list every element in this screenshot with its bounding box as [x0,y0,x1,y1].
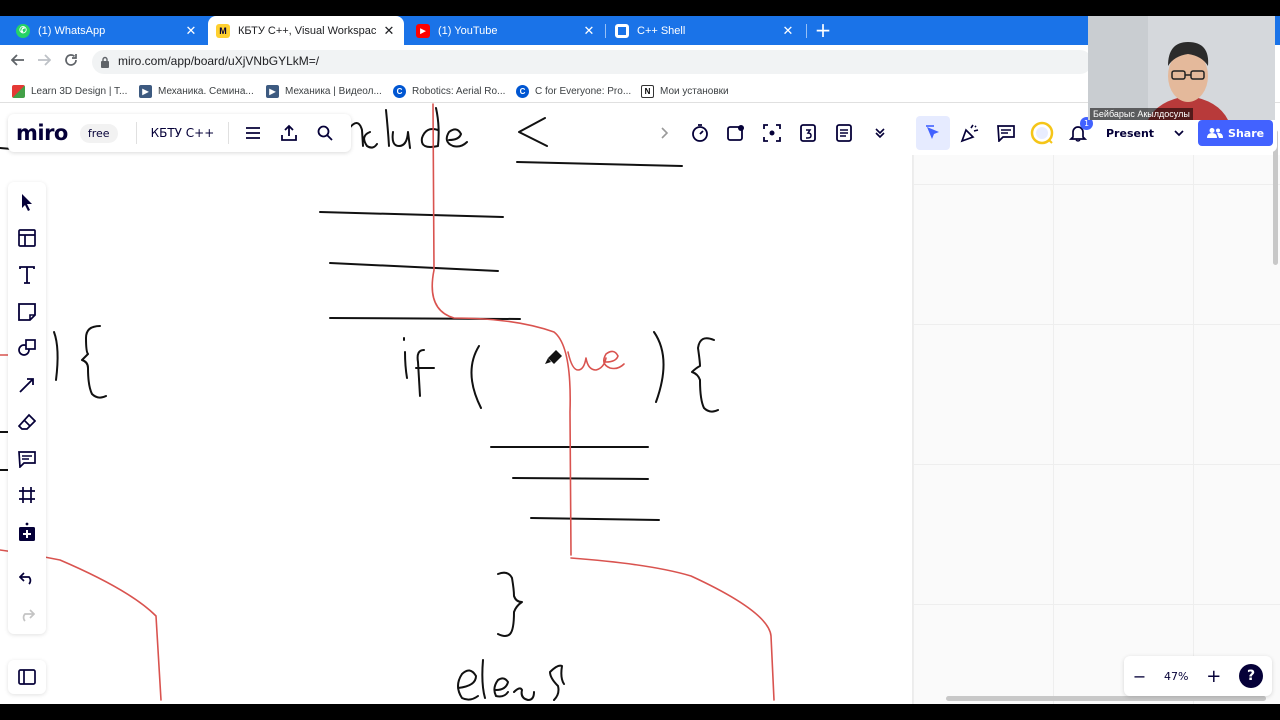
zoom-out-button[interactable]: − [1133,667,1146,686]
zoom-level[interactable]: 47% [1164,670,1188,683]
handwriting-true-red [567,350,625,371]
miro-board-header: miro free КБТУ C++ [8,114,352,152]
code-line [319,211,504,218]
board-tools-bar [642,116,902,150]
cards-count-icon[interactable] [795,120,821,146]
paren-close [653,331,665,403]
screen-bottom-border [0,704,1280,720]
plan-badge[interactable]: free [79,123,118,143]
add-apps-icon[interactable] [15,520,39,544]
handwriting-else [457,659,565,701]
notifications-bell-icon[interactable]: 1 [1065,117,1093,146]
share-label: Share [1228,126,1265,140]
sidebar-panel-icon [18,669,36,685]
undo-icon[interactable] [15,566,39,590]
eraser-icon[interactable] [15,410,39,434]
handwriting-less-than [518,117,548,147]
chevron-down-icon[interactable] [1166,120,1192,146]
flow-arrow-red [431,103,572,556]
board-panel-toggle[interactable] [8,660,46,694]
brace-left [81,325,107,399]
timer-icon[interactable] [687,120,713,146]
share-button[interactable]: Share [1198,120,1274,146]
chevron-right-icon[interactable] [651,120,677,146]
help-button[interactable]: ? [1239,664,1264,688]
user-avatar-icon[interactable] [1029,120,1055,146]
chevron-double-down-icon[interactable] [867,120,893,146]
text-tool-icon[interactable] [15,263,39,287]
select-cursor-icon[interactable] [15,190,39,214]
celebrate-icon[interactable] [957,120,983,146]
menu-icon[interactable] [240,120,266,146]
sticky-note-icon[interactable] [15,300,39,324]
brace-close [497,571,523,637]
comments-icon[interactable] [993,120,1019,146]
underline-blank [516,161,683,167]
export-icon[interactable] [276,120,302,146]
present-label: Present [1106,126,1155,140]
participant-name: Бейбарыс Акылдосулы [1090,108,1193,120]
handwriting-if [403,337,435,397]
notes-icon[interactable] [831,120,857,146]
redo-icon[interactable] [15,603,39,627]
screen: ✆ (1) WhatsApp ✕ M КБТУ C++, Visual Work… [0,0,1280,720]
flow-arrow-red [570,557,775,701]
miro-logo[interactable]: miro [16,121,68,145]
code-line [530,517,660,521]
pen-cursor-icon [545,350,562,364]
handwriting-include [336,107,468,149]
present-button[interactable]: Present [1096,127,1164,140]
code-line [329,262,499,272]
zoom-in-button[interactable]: + [1206,666,1221,687]
board-name[interactable]: КБТУ C++ [151,126,215,140]
divider [228,122,230,144]
comment-tool-icon[interactable] [15,447,39,471]
cursor-follow-icon[interactable] [916,116,950,150]
shapes-icon[interactable] [15,336,39,360]
voting-icon[interactable] [723,120,749,146]
search-icon[interactable] [312,120,338,146]
zoom-controls: − 47% + ? [1124,656,1272,696]
paren-fragment [53,331,59,381]
focus-frame-icon[interactable] [759,120,785,146]
brace-open [691,337,719,413]
templates-icon[interactable] [15,226,39,250]
code-line [512,477,649,480]
paren-open [470,345,482,409]
frame-tool-icon[interactable] [15,483,39,507]
divider [135,122,137,144]
horizontal-scrollbar[interactable] [946,696,1266,701]
users-icon [1207,128,1224,138]
webcam-video: Бейбарыс Акылдосулы [1088,16,1275,120]
presenter-video-image [1088,16,1275,120]
creation-toolbar [8,182,46,634]
connector-line-icon[interactable] [15,373,39,397]
